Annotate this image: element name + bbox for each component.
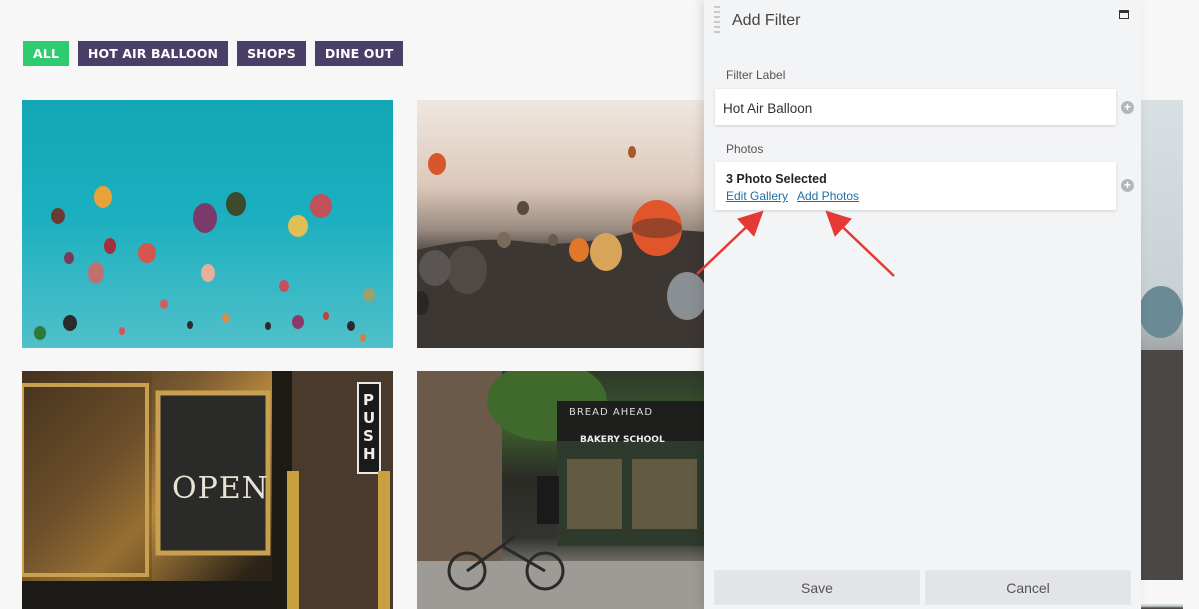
balloons-illustration [34, 186, 375, 342]
gallery-tile-storefront-open-sign[interactable]: PUSH OPEN [22, 371, 393, 609]
filter-all-button[interactable]: ALL [23, 41, 69, 66]
open-sign: OPEN [172, 471, 269, 506]
filter-shops-button[interactable]: SHOPS [237, 41, 306, 66]
push-sign: PUSH [363, 391, 376, 463]
gallery-tile-balloons-dusk-valley[interactable] [417, 100, 707, 348]
gallery-tile-bakery-storefront[interactable]: BREAD AHEAD BAKERY SCHOOL [417, 371, 707, 609]
add-photos-link[interactable]: Add Photos [797, 189, 859, 203]
gallery-tile-balloons-rocky-landscape[interactable] [1140, 100, 1183, 580]
panel-title: Add Filter [732, 12, 801, 29]
filter-label-value: Hot Air Balloon [723, 101, 813, 116]
cancel-button[interactable]: Cancel [925, 570, 1131, 605]
save-button[interactable]: Save [714, 570, 920, 605]
photos-caption: Photos [726, 142, 764, 156]
add-icon[interactable]: + [1121, 179, 1134, 192]
photos-selected-count: 3 Photo Selected [726, 172, 827, 186]
add-icon[interactable]: + [1121, 101, 1134, 114]
filter-label-caption: Filter Label [726, 68, 786, 82]
filter-hot-air-balloon-button[interactable]: HOT AIR BALLOON [77, 41, 229, 66]
bakery-school-sign: BAKERY SCHOOL [580, 435, 665, 445]
bakery-illustration [417, 371, 707, 609]
filter-bar: ALL HOT AIR BALLOON SHOPS DINE OUT [23, 41, 404, 66]
filter-label-field[interactable]: Hot Air Balloon [715, 89, 1116, 125]
maximize-icon[interactable] [1119, 10, 1129, 19]
filter-dine-out-button[interactable]: DINE OUT [314, 41, 404, 66]
rocky-balloon-illustration [1140, 286, 1183, 580]
add-filter-panel: Add Filter Filter Label Hot Air Balloon … [704, 0, 1141, 609]
edit-gallery-link[interactable]: Edit Gallery [726, 189, 788, 203]
photos-field: 3 Photo Selected Edit Gallery Add Photos [715, 162, 1116, 210]
drag-handle[interactable] [714, 6, 720, 34]
dusk-balloons-illustration [417, 146, 707, 348]
gallery-tile-partial[interactable] [1140, 604, 1183, 609]
bakery-name-sign: BREAD AHEAD [569, 407, 654, 418]
gallery-tile-balloons-blue-sky[interactable] [22, 100, 393, 348]
